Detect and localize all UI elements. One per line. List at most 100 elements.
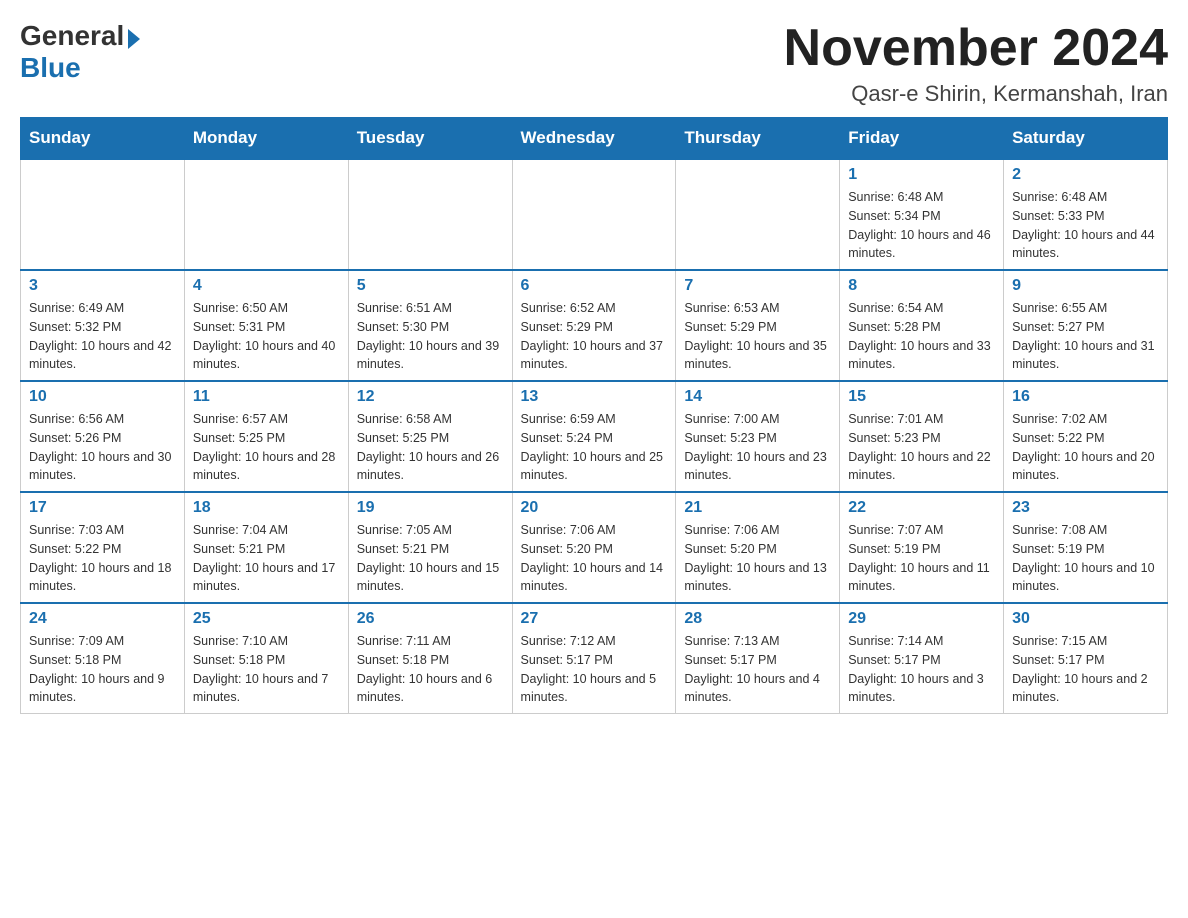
day-number: 26 bbox=[357, 610, 504, 628]
calendar-cell bbox=[348, 159, 512, 270]
day-info: Sunrise: 7:06 AMSunset: 5:20 PMDaylight:… bbox=[521, 521, 668, 596]
month-title: November 2024 bbox=[784, 20, 1168, 77]
logo-line2: Blue bbox=[20, 52, 81, 84]
day-number: 15 bbox=[848, 388, 995, 406]
calendar-cell: 7 Sunrise: 6:53 AMSunset: 5:29 PMDaylight… bbox=[676, 270, 840, 381]
day-number: 18 bbox=[193, 499, 340, 517]
day-info: Sunrise: 7:08 AMSunset: 5:19 PMDaylight:… bbox=[1012, 521, 1159, 596]
calendar-cell: 8 Sunrise: 6:54 AMSunset: 5:28 PMDaylight… bbox=[840, 270, 1004, 381]
day-number: 30 bbox=[1012, 610, 1159, 628]
logo-line1: General bbox=[20, 20, 140, 52]
calendar-cell: 3 Sunrise: 6:49 AMSunset: 5:32 PMDaylight… bbox=[21, 270, 185, 381]
calendar-cell: 4Sunrise: 6:50 AMSunset: 5:31 PMDaylight… bbox=[184, 270, 348, 381]
day-number: 22 bbox=[848, 499, 995, 517]
day-info: Sunrise: 7:09 AMSunset: 5:18 PMDaylight:… bbox=[29, 632, 176, 707]
day-number: 29 bbox=[848, 610, 995, 628]
week-row-5: 24 Sunrise: 7:09 AMSunset: 5:18 PMDayligh… bbox=[21, 603, 1168, 714]
day-number: 11 bbox=[193, 388, 340, 406]
calendar-cell: 14Sunrise: 7:00 AMSunset: 5:23 PMDayligh… bbox=[676, 381, 840, 492]
calendar-cell bbox=[512, 159, 676, 270]
week-row-4: 17 Sunrise: 7:03 AMSunset: 5:22 PMDayligh… bbox=[21, 492, 1168, 603]
calendar-table: SundayMondayTuesdayWednesdayThursdayFrid… bbox=[20, 117, 1168, 714]
day-number: 12 bbox=[357, 388, 504, 406]
day-number: 21 bbox=[684, 499, 831, 517]
day-info: Sunrise: 6:58 AMSunset: 5:25 PMDaylight:… bbox=[357, 410, 504, 485]
calendar-cell: 12 Sunrise: 6:58 AMSunset: 5:25 PMDayligh… bbox=[348, 381, 512, 492]
day-info: Sunrise: 7:11 AMSunset: 5:18 PMDaylight:… bbox=[357, 632, 504, 707]
day-number: 20 bbox=[521, 499, 668, 517]
calendar-cell: 2 Sunrise: 6:48 AMSunset: 5:33 PMDaylight… bbox=[1004, 159, 1168, 270]
weekday-header-saturday: Saturday bbox=[1004, 118, 1168, 160]
week-row-2: 3 Sunrise: 6:49 AMSunset: 5:32 PMDaylight… bbox=[21, 270, 1168, 381]
day-number: 28 bbox=[684, 610, 831, 628]
weekday-header-thursday: Thursday bbox=[676, 118, 840, 160]
day-number: 5 bbox=[357, 277, 504, 295]
calendar-cell: 11 Sunrise: 6:57 AMSunset: 5:25 PMDayligh… bbox=[184, 381, 348, 492]
title-block: November 2024 Qasr-e Shirin, Kermanshah,… bbox=[784, 20, 1168, 107]
day-info: Sunrise: 7:03 AMSunset: 5:22 PMDaylight:… bbox=[29, 521, 176, 596]
day-number: 23 bbox=[1012, 499, 1159, 517]
calendar-cell bbox=[21, 159, 185, 270]
day-number: 3 bbox=[29, 277, 176, 295]
day-info: Sunrise: 7:12 AMSunset: 5:17 PMDaylight:… bbox=[521, 632, 668, 707]
weekday-header-wednesday: Wednesday bbox=[512, 118, 676, 160]
page-header: General Blue November 2024 Qasr-e Shirin… bbox=[20, 20, 1168, 107]
weekday-header-row: SundayMondayTuesdayWednesdayThursdayFrid… bbox=[21, 118, 1168, 160]
calendar-cell: 23 Sunrise: 7:08 AMSunset: 5:19 PMDayligh… bbox=[1004, 492, 1168, 603]
day-info: Sunrise: 6:48 AMSunset: 5:33 PMDaylight:… bbox=[1012, 188, 1159, 263]
day-number: 24 bbox=[29, 610, 176, 628]
day-info: Sunrise: 6:51 AMSunset: 5:30 PMDaylight:… bbox=[357, 299, 504, 374]
weekday-header-monday: Monday bbox=[184, 118, 348, 160]
calendar-cell: 20 Sunrise: 7:06 AMSunset: 5:20 PMDayligh… bbox=[512, 492, 676, 603]
calendar-cell bbox=[676, 159, 840, 270]
calendar-cell: 9 Sunrise: 6:55 AMSunset: 5:27 PMDaylight… bbox=[1004, 270, 1168, 381]
day-info: Sunrise: 7:13 AMSunset: 5:17 PMDaylight:… bbox=[684, 632, 831, 707]
logo-general-text: General bbox=[20, 20, 124, 51]
calendar-cell: 24 Sunrise: 7:09 AMSunset: 5:18 PMDayligh… bbox=[21, 603, 185, 714]
logo-arrow-icon bbox=[128, 29, 140, 49]
calendar-cell: 18Sunrise: 7:04 AMSunset: 5:21 PMDayligh… bbox=[184, 492, 348, 603]
day-info: Sunrise: 7:06 AMSunset: 5:20 PMDaylight:… bbox=[684, 521, 831, 596]
calendar-cell: 27 Sunrise: 7:12 AMSunset: 5:17 PMDayligh… bbox=[512, 603, 676, 714]
calendar-cell: 28 Sunrise: 7:13 AMSunset: 5:17 PMDayligh… bbox=[676, 603, 840, 714]
day-info: Sunrise: 6:57 AMSunset: 5:25 PMDaylight:… bbox=[193, 410, 340, 485]
day-info: Sunrise: 6:49 AMSunset: 5:32 PMDaylight:… bbox=[29, 299, 176, 374]
day-number: 17 bbox=[29, 499, 176, 517]
day-number: 25 bbox=[193, 610, 340, 628]
day-info: Sunrise: 7:02 AMSunset: 5:22 PMDaylight:… bbox=[1012, 410, 1159, 485]
day-number: 19 bbox=[357, 499, 504, 517]
calendar-cell: 30 Sunrise: 7:15 AMSunset: 5:17 PMDayligh… bbox=[1004, 603, 1168, 714]
calendar-cell: 10Sunrise: 6:56 AMSunset: 5:26 PMDayligh… bbox=[21, 381, 185, 492]
week-row-1: 1 Sunrise: 6:48 AMSunset: 5:34 PMDaylight… bbox=[21, 159, 1168, 270]
day-info: Sunrise: 7:05 AMSunset: 5:21 PMDaylight:… bbox=[357, 521, 504, 596]
day-info: Sunrise: 6:59 AMSunset: 5:24 PMDaylight:… bbox=[521, 410, 668, 485]
day-info: Sunrise: 6:48 AMSunset: 5:34 PMDaylight:… bbox=[848, 188, 995, 263]
day-number: 2 bbox=[1012, 166, 1159, 184]
location-title: Qasr-e Shirin, Kermanshah, Iran bbox=[784, 81, 1168, 107]
weekday-header-sunday: Sunday bbox=[21, 118, 185, 160]
day-number: 1 bbox=[848, 166, 995, 184]
day-number: 6 bbox=[521, 277, 668, 295]
day-number: 7 bbox=[684, 277, 831, 295]
calendar-cell bbox=[184, 159, 348, 270]
day-info: Sunrise: 6:55 AMSunset: 5:27 PMDaylight:… bbox=[1012, 299, 1159, 374]
day-number: 9 bbox=[1012, 277, 1159, 295]
day-info: Sunrise: 6:53 AMSunset: 5:29 PMDaylight:… bbox=[684, 299, 831, 374]
calendar-cell: 29 Sunrise: 7:14 AMSunset: 5:17 PMDayligh… bbox=[840, 603, 1004, 714]
day-info: Sunrise: 7:14 AMSunset: 5:17 PMDaylight:… bbox=[848, 632, 995, 707]
day-number: 16 bbox=[1012, 388, 1159, 406]
day-info: Sunrise: 7:10 AMSunset: 5:18 PMDaylight:… bbox=[193, 632, 340, 707]
logo: General Blue bbox=[20, 20, 140, 84]
calendar-cell: 6Sunrise: 6:52 AMSunset: 5:29 PMDaylight… bbox=[512, 270, 676, 381]
calendar-cell: 22 Sunrise: 7:07 AMSunset: 5:19 PMDayligh… bbox=[840, 492, 1004, 603]
calendar-cell: 16 Sunrise: 7:02 AMSunset: 5:22 PMDayligh… bbox=[1004, 381, 1168, 492]
day-number: 27 bbox=[521, 610, 668, 628]
week-row-3: 10Sunrise: 6:56 AMSunset: 5:26 PMDayligh… bbox=[21, 381, 1168, 492]
calendar-cell: 5 Sunrise: 6:51 AMSunset: 5:30 PMDaylight… bbox=[348, 270, 512, 381]
day-number: 8 bbox=[848, 277, 995, 295]
calendar-cell: 19 Sunrise: 7:05 AMSunset: 5:21 PMDayligh… bbox=[348, 492, 512, 603]
day-info: Sunrise: 6:54 AMSunset: 5:28 PMDaylight:… bbox=[848, 299, 995, 374]
day-info: Sunrise: 7:07 AMSunset: 5:19 PMDaylight:… bbox=[848, 521, 995, 596]
day-info: Sunrise: 7:15 AMSunset: 5:17 PMDaylight:… bbox=[1012, 632, 1159, 707]
weekday-header-tuesday: Tuesday bbox=[348, 118, 512, 160]
